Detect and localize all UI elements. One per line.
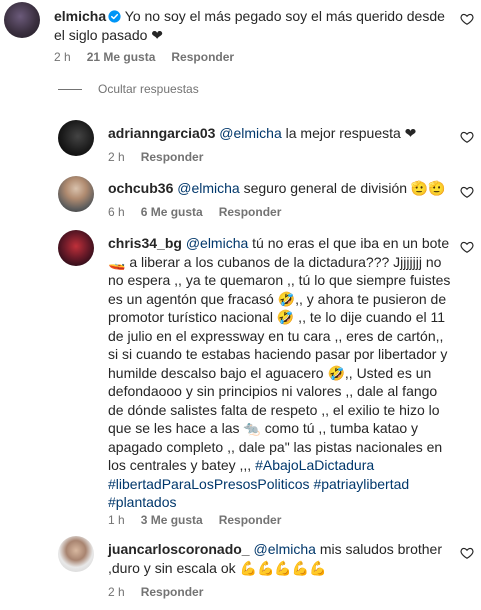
verified-badge-icon <box>108 9 121 23</box>
reply-username[interactable]: adrianngarcia03 <box>108 125 215 141</box>
like-heart-icon[interactable] <box>460 130 474 144</box>
reply-meta: 6 h 6 Me gusta Responder <box>108 205 297 219</box>
like-heart-icon[interactable] <box>460 185 474 199</box>
reply-button[interactable]: Responder <box>141 150 204 164</box>
reply-mention[interactable]: @elmicha <box>177 180 239 196</box>
reply-mention[interactable]: @elmicha <box>219 125 281 141</box>
comment-likes[interactable]: 21 Me gusta <box>87 50 156 64</box>
reply-time: 1 h <box>108 513 125 527</box>
hide-replies-label: Ocultar respuestas <box>98 82 199 96</box>
reply-button[interactable]: Responder <box>219 205 282 219</box>
reply-body: la mejor respuesta ❤ <box>285 125 417 141</box>
reply-button[interactable]: Responder <box>171 50 234 64</box>
reply-time: 2 h <box>108 585 125 599</box>
like-heart-icon[interactable] <box>460 12 474 26</box>
avatar-adrianngarcia03[interactable] <box>58 120 94 156</box>
avatar-elmicha[interactable] <box>4 2 40 38</box>
comment-meta: 2 h 21 Me gusta Responder <box>54 50 250 64</box>
avatar-chris34_bg[interactable] <box>58 230 94 266</box>
comment-text: elmicha Yo no soy el más pegado soy el m… <box>54 7 454 44</box>
reply-text: chris34_bg @elmicha tú no eras el que ib… <box>108 234 453 512</box>
reply-body: tú no eras el que iba en un bote 🚤 a lib… <box>108 235 451 473</box>
like-heart-icon[interactable] <box>460 240 474 254</box>
reply-likes[interactable]: 3 Me gusta <box>141 513 203 527</box>
reply-mention[interactable]: @elmicha <box>186 235 248 251</box>
reply-text: adrianngarcia03 @elmicha la mejor respue… <box>108 124 453 143</box>
reply-meta: 1 h 3 Me gusta Responder <box>108 513 297 527</box>
avatar-ochcub36[interactable] <box>58 176 94 212</box>
reply-username[interactable]: ochcub36 <box>108 180 173 196</box>
avatar-juancarloscoronado_[interactable] <box>58 536 94 572</box>
like-heart-icon[interactable] <box>460 546 474 560</box>
comment-username[interactable]: elmicha <box>54 8 106 24</box>
divider-line <box>58 88 82 90</box>
reply-username[interactable]: chris34_bg <box>108 235 182 251</box>
hide-replies-toggle[interactable]: Ocultar respuestas <box>58 82 199 96</box>
reply-likes[interactable]: 6 Me gusta <box>141 205 203 219</box>
reply-button[interactable]: Responder <box>141 585 204 599</box>
reply-time: 2 h <box>108 150 125 164</box>
reply-username[interactable]: juancarloscoronado_ <box>108 541 250 557</box>
reply-button[interactable]: Responder <box>219 513 282 527</box>
reply-meta: 2 h Responder <box>108 585 219 599</box>
comment-time: 2 h <box>54 50 71 64</box>
reply-body: seguro general de división 🫡🫡 <box>243 180 446 196</box>
reply-mention[interactable]: @elmicha <box>253 541 315 557</box>
reply-text: ochcub36 @elmicha seguro general de divi… <box>108 179 453 198</box>
reply-text: juancarloscoronado_ @elmicha mis saludos… <box>108 540 453 577</box>
reply-meta: 2 h Responder <box>108 150 219 164</box>
reply-time: 6 h <box>108 205 125 219</box>
